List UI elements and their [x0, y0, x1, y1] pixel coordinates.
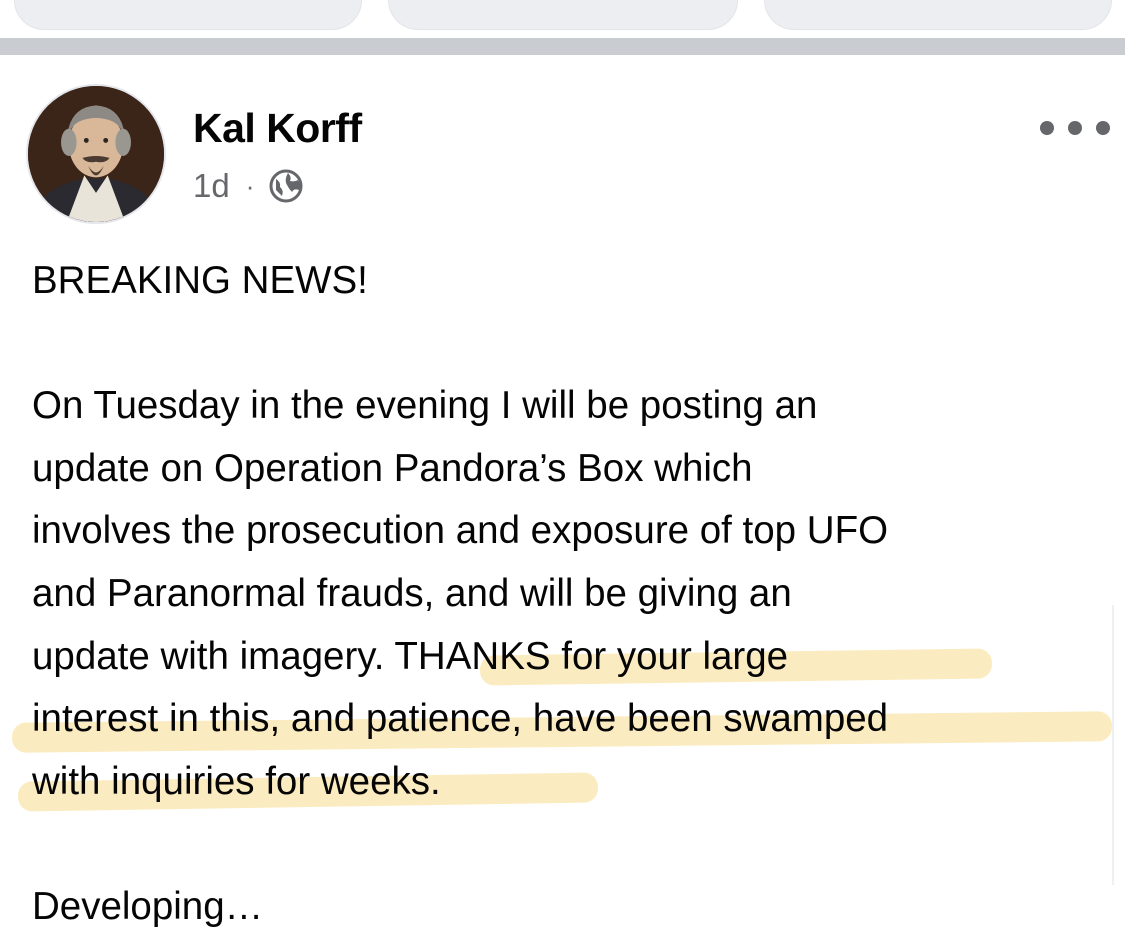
- action-pill-2[interactable]: [388, 0, 738, 30]
- more-options-icon: [1040, 121, 1054, 135]
- more-options-button[interactable]: [1040, 113, 1110, 143]
- more-options-icon: [1096, 121, 1110, 135]
- post-paragraph-line: update with imagery. THANKS for your lar…: [32, 634, 789, 678]
- post-paragraph-line: with inquiries for weeks.: [32, 759, 441, 803]
- feed-divider: [0, 38, 1125, 55]
- post-body: BREAKING NEWS! On Tuesday in the evening…: [32, 250, 1102, 939]
- author-name[interactable]: Kal Korff: [193, 105, 362, 152]
- post-paragraph-line: interest in this, and patience, have bee…: [32, 697, 889, 741]
- post-headline: BREAKING NEWS!: [32, 259, 368, 302]
- post-closing: Developing…: [32, 884, 264, 928]
- top-action-strip: [0, 0, 1125, 38]
- post-meta: 1d ·: [193, 167, 304, 205]
- meta-separator: ·: [245, 170, 255, 201]
- edge-shadow: [1112, 605, 1114, 885]
- post-timestamp[interactable]: 1d: [193, 167, 230, 205]
- post-paragraph-line: involves the prosecution and exposure of…: [32, 509, 889, 553]
- more-options-icon: [1068, 121, 1082, 135]
- feed-post: Kal Korff 1d · BREAKING NEWS! On Tuesday…: [0, 55, 1125, 950]
- post-paragraph-line: update on Operation Pandora’s Box which: [32, 446, 753, 490]
- action-pill-1[interactable]: [14, 0, 362, 30]
- avatar[interactable]: [26, 84, 166, 224]
- action-pill-3[interactable]: [764, 0, 1112, 30]
- avatar-portrait-icon: [28, 86, 164, 222]
- globe-icon: [269, 169, 303, 203]
- post-paragraph-line: and Paranormal frauds, and will be givin…: [32, 571, 792, 615]
- post-paragraph-line: On Tuesday in the evening I will be post…: [32, 384, 818, 428]
